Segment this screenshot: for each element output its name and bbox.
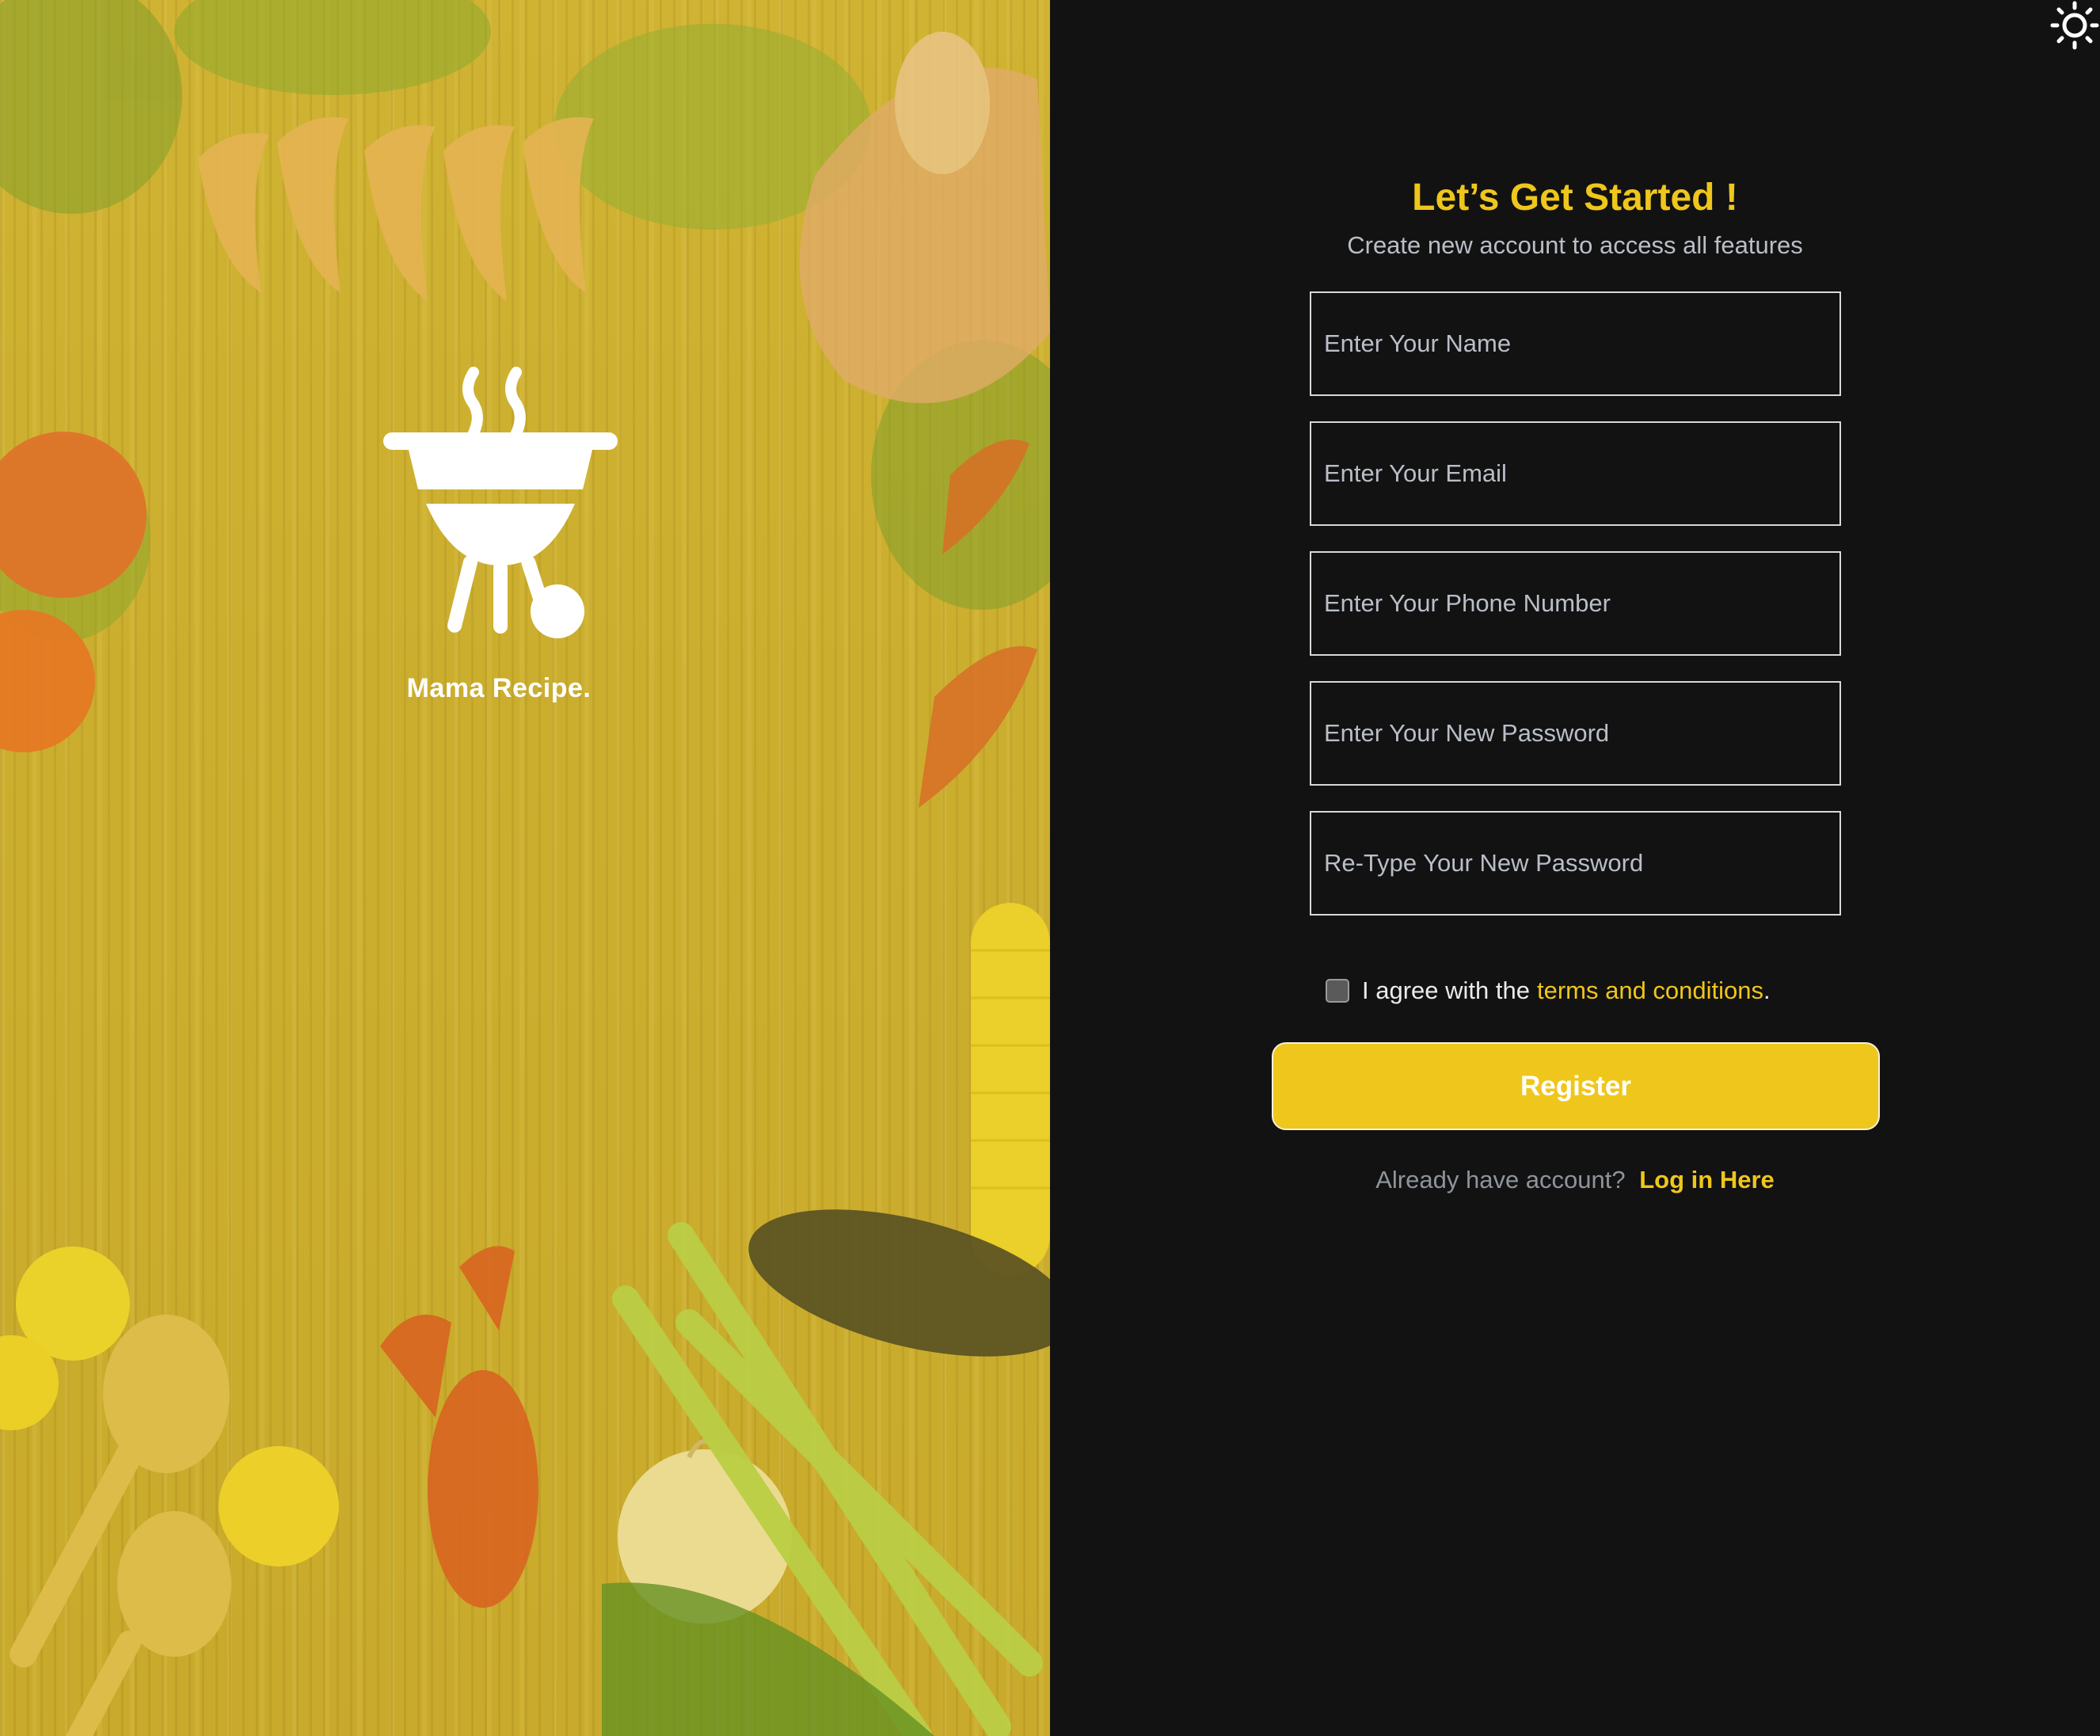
brand-name: Mama Recipe. [406,673,592,703]
terms-link[interactable]: terms and conditions [1537,976,1763,1005]
form-subtitle: Create new account to access all feature… [1347,231,1803,259]
hero-panel: Mama Recipe. [0,0,1050,1736]
phone-input[interactable] [1310,551,1841,656]
retype-password-input[interactable] [1310,811,1841,916]
agree-text: I agree with the [1362,976,1530,1004]
login-prompt-row: Already have account? Log in Here [1050,1166,2100,1194]
theme-toggle-button[interactable] [2045,0,2100,55]
sun-icon [2050,1,2099,50]
email-input[interactable] [1310,421,1841,526]
name-input[interactable] [1310,291,1841,396]
login-link[interactable]: Log in Here [1639,1166,1775,1194]
hero-food-image [0,0,1050,1736]
terms-agreement: I agree with the terms and conditions. [1326,973,1771,1009]
agree-suffix: . [1763,976,1771,1004]
register-page: Mama Recipe. Let’s Get Started ! Create … [0,0,2100,1736]
login-prompt: Already have account? [1375,1166,1626,1194]
register-button[interactable]: Register [1272,1042,1880,1130]
form-title: Let’s Get Started ! [1412,177,1738,219]
terms-checkbox[interactable] [1326,979,1349,1003]
brand-logo [364,348,633,653]
grill-icon [383,367,618,638]
new-password-input[interactable] [1310,681,1841,786]
